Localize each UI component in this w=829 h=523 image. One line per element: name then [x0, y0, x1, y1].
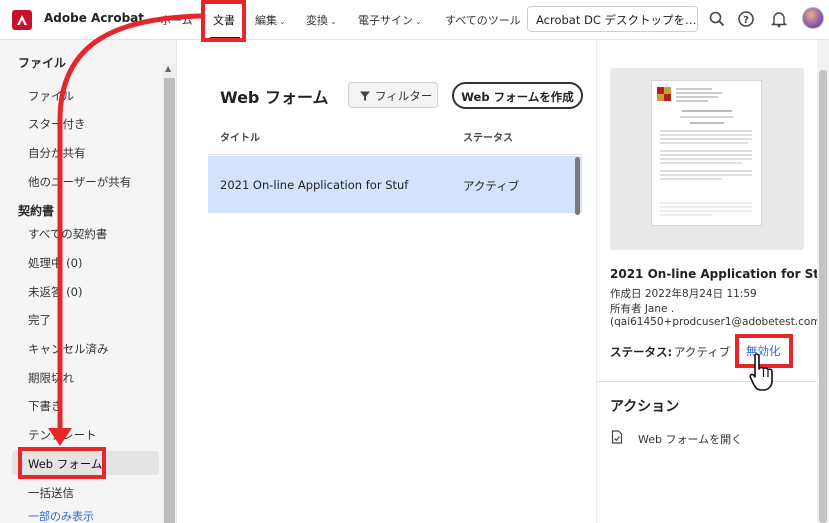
- open-web-form-action[interactable]: Web フォームを開く: [638, 431, 742, 447]
- nav-esign[interactable]: 電子サイン ⌄: [358, 12, 422, 28]
- filter-button-label: フィルター: [375, 89, 433, 103]
- sidebar-scrollbar-thumb[interactable]: [164, 78, 175, 523]
- panel-divider: [596, 40, 597, 523]
- files-section-heading: ファイル: [18, 56, 67, 70]
- open-document-icon: [611, 430, 623, 444]
- table-header-divider: [208, 154, 582, 155]
- page-title: Web フォーム: [220, 88, 329, 107]
- column-header-status[interactable]: ステータス: [463, 129, 513, 144]
- detail-status-label: ステータス:: [610, 345, 673, 359]
- sidebar-item-cancelled[interactable]: キャンセル済み: [28, 341, 109, 357]
- acrobat-dc-desktop-button[interactable]: Acrobat DC デスクトップを…: [527, 6, 698, 32]
- help-icon[interactable]: ?: [737, 10, 755, 28]
- nav-esign-label: 電子サイン: [358, 14, 413, 27]
- show-partial-link[interactable]: 一部のみ表示: [28, 508, 94, 523]
- detail-status-value: アクティブ: [674, 345, 731, 359]
- table-scrollbar-thumb[interactable]: [575, 157, 580, 215]
- hand-cursor-icon: [749, 353, 773, 391]
- detail-owner: 所有者 Jane .: [610, 303, 675, 315]
- sidebar-item-bulk-send[interactable]: 一括送信: [28, 485, 74, 501]
- nav-convert[interactable]: 変換 ⌄: [306, 12, 337, 28]
- create-web-form-button[interactable]: Web フォームを作成: [452, 82, 583, 109]
- sidebar-item-all-agreements[interactable]: すべての契約書: [28, 226, 107, 242]
- sidebar-item-files[interactable]: ファイル: [28, 88, 74, 104]
- table-row-status: アクティブ: [463, 179, 520, 193]
- avatar[interactable]: [802, 7, 824, 29]
- sidebar-item-shared-by-others[interactable]: 他のユーザーが共有: [28, 174, 131, 190]
- document-page-image: [657, 87, 752, 216]
- chevron-down-icon: ⌄: [330, 17, 337, 26]
- right-scrollbar-thumb[interactable]: [819, 70, 827, 523]
- scroll-up-arrow-icon[interactable]: ▲: [165, 64, 171, 73]
- nav-edit-label: 編集: [255, 14, 277, 27]
- sidebar-item-completed[interactable]: 完了: [28, 312, 51, 328]
- filter-button[interactable]: フィルター: [348, 82, 438, 108]
- sidebar-item-in-progress[interactable]: 処理中 (0): [28, 255, 82, 271]
- sidebar-item-expired[interactable]: 期限切れ: [28, 370, 74, 386]
- chevron-down-icon: ⌄: [415, 17, 422, 26]
- table-row-title[interactable]: 2021 On-line Application for Stuf: [220, 178, 408, 192]
- detail-owner-email: (qai61450+prodcuser1@adobetest.com): [610, 316, 825, 328]
- sidebar-item-drafts[interactable]: 下書き: [28, 398, 63, 414]
- detail-title: 2021 On-line Application for Stuff: [610, 267, 829, 281]
- adobe-acrobat-logo-icon[interactable]: [12, 10, 32, 30]
- column-header-title[interactable]: タイトル: [220, 129, 260, 144]
- documents-tab-highlight: [201, 0, 246, 42]
- top-nav-bar: Adobe Acrobat ホーム 文書 編集 ⌄ 変換 ⌄ 電子サイン ⌄ すべての…: [0, 0, 829, 40]
- actions-divider: [597, 381, 829, 382]
- sidebar-item-waiting[interactable]: 未返答 (0): [28, 284, 82, 300]
- web-forms-item-highlight: [18, 447, 106, 479]
- filter-funnel-icon: [360, 91, 370, 101]
- svg-text:?: ?: [743, 15, 749, 26]
- bell-icon[interactable]: [770, 10, 788, 28]
- document-thumbnail[interactable]: [651, 80, 762, 226]
- detail-created-date: 作成日 2022年8月24日 11:59: [610, 288, 757, 300]
- nav-edit[interactable]: 編集 ⌄: [255, 12, 286, 28]
- sidebar-item-starred[interactable]: スター付き: [28, 116, 86, 132]
- chevron-down-icon: ⌄: [279, 17, 286, 26]
- sidebar-item-shared-by-me[interactable]: 自分が共有: [28, 145, 86, 161]
- sidebar-item-templates[interactable]: テンプレート: [28, 427, 97, 443]
- app-brand-name[interactable]: Adobe Acrobat: [44, 11, 144, 25]
- search-icon[interactable]: [708, 10, 726, 28]
- actions-heading: アクション: [610, 399, 680, 415]
- nav-home[interactable]: ホーム: [160, 12, 193, 28]
- agreements-section-heading: 契約書: [18, 204, 55, 218]
- nav-all-tools[interactable]: すべてのツール: [445, 12, 521, 28]
- nav-convert-label: 変換: [306, 14, 328, 27]
